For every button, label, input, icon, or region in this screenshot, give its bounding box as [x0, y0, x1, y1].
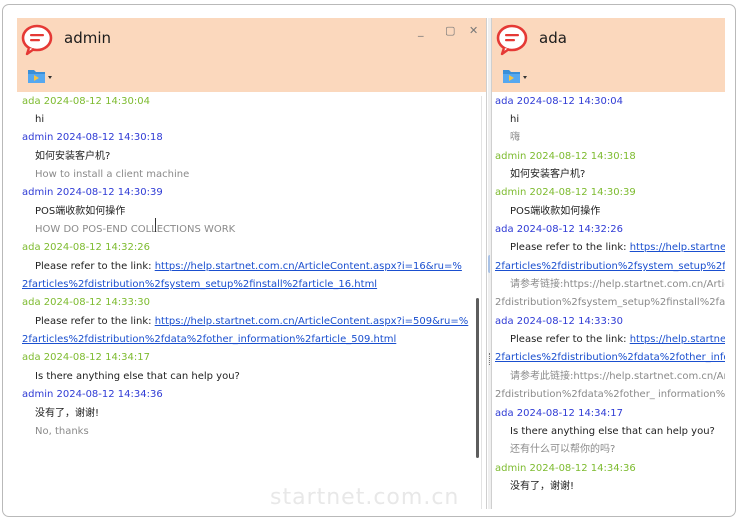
message-header: admin 2024-08-12 14:30:39: [22, 187, 163, 198]
help-link-continued[interactable]: 2farticles%2fdistribution%2fdata%2fother…: [22, 333, 396, 347]
message-text: Is there anything else that can help you…: [510, 426, 715, 437]
message-header: ada 2024-08-12 14:30:04: [22, 96, 150, 107]
message-text: 如何安装客户机?: [510, 169, 586, 180]
message-log[interactable]: ada 2024-08-12 14:30:04 hi 嗨 admin 2024-…: [492, 96, 725, 509]
maximize-button[interactable]: ▢: [445, 24, 455, 38]
message-translation: How to install a client machine: [35, 169, 190, 180]
chat-title: admin: [64, 29, 111, 47]
message-translation-continued: 2fdistribution%2fsystem_setup%2finstall%…: [495, 297, 725, 308]
message-text: Please refer to the link: https://help.s…: [510, 333, 725, 347]
message-header: ada 2024-08-12 14:32:26: [495, 224, 623, 235]
message-log[interactable]: ada 2024-08-12 14:30:04 hi admin 2024-08…: [17, 96, 486, 509]
help-link-continued[interactable]: 2farticles%2fdistribution%2fsystem_setup…: [22, 278, 377, 292]
help-link[interactable]: https://help.startnet.com.cn/ArticleCont…: [155, 261, 462, 272]
folder-menu-icon[interactable]: [502, 67, 528, 85]
message-text: 没有了，谢谢!: [35, 408, 100, 419]
link-prefix: Please refer to the link:: [510, 334, 630, 345]
message-text: 如何安装客户机?: [35, 151, 111, 162]
message-text: Please refer to the link: https://help.s…: [510, 241, 725, 255]
help-link[interactable]: https://help.startnet.com.cn/ArticleC: [630, 334, 725, 345]
scrollbar-thumb[interactable]: [476, 298, 479, 458]
app-frame: admin _ ▢ ✕ ada 2024-08-12 14:30:04 hi a…: [2, 4, 736, 517]
help-link[interactable]: https://help.startnet.com.cn/ArticleCont…: [155, 316, 469, 327]
watermark: startnet.com.cn: [270, 485, 460, 510]
message-text: POS端收款如何操作: [510, 206, 601, 217]
message-translation: HOW DO POS-END COLLECTIONS WORK: [35, 224, 236, 235]
message-translation: 请参考链接:https://help.startnet.com.cn/Artic…: [510, 279, 725, 290]
text-caret: [155, 218, 156, 232]
message-header: admin 2024-08-12 14:34:36: [22, 389, 163, 400]
message-text: POS端收款如何操作: [35, 206, 126, 217]
message-header: admin 2024-08-12 14:34:36: [495, 463, 636, 474]
message-text: 没有了，谢谢!: [510, 481, 575, 492]
chat-bubble-icon: [496, 24, 528, 56]
chat-bubble-icon: [21, 24, 53, 56]
minimize-button[interactable]: _: [418, 24, 424, 38]
message-translation: 还有什么可以帮你的吗?: [510, 444, 616, 455]
message-header: admin 2024-08-12 14:30:18: [495, 151, 636, 162]
chat-title: ada: [539, 29, 567, 47]
message-header: ada 2024-08-12 14:33:30: [495, 316, 623, 327]
close-button[interactable]: ✕: [469, 24, 478, 38]
link-prefix: Please refer to the link:: [35, 261, 155, 272]
link-prefix: Please refer to the link:: [35, 316, 155, 327]
message-header: ada 2024-08-12 14:34:17: [22, 352, 150, 363]
help-link[interactable]: https://help.startnet.com.cn/ArticleC: [630, 242, 725, 253]
message-text: Please refer to the link: https://help.s…: [35, 260, 462, 274]
message-translation-continued: 2fdistribution%2fdata%2fother_ informati…: [495, 389, 725, 400]
chat-window-admin: admin _ ▢ ✕ ada 2024-08-12 14:30:04 hi a…: [17, 18, 487, 509]
message-translation: No, thanks: [35, 426, 89, 437]
scrollbar-track[interactable]: [481, 96, 482, 509]
message-text: Is there anything else that can help you…: [35, 371, 240, 382]
message-header: ada 2024-08-12 14:32:26: [22, 242, 150, 253]
link-prefix: Please refer to the link:: [510, 242, 630, 253]
message-translation: 请参考此链接:https://help.startnet.com.cn/Arti…: [510, 371, 725, 382]
message-text: hi: [35, 114, 45, 125]
message-text: Please refer to the link: https://help.s…: [35, 315, 468, 329]
chat-window-ada: ada ada 2024-08-12 14:30:04 hi 嗨 admin 2…: [491, 18, 725, 509]
message-header: ada 2024-08-12 14:30:04: [495, 96, 623, 107]
help-link-continued[interactable]: 2farticles%2fdistribution%2fdata%2fother…: [495, 351, 725, 365]
message-text: hi: [510, 114, 520, 125]
message-header: admin 2024-08-12 14:30:18: [22, 132, 163, 143]
message-translation: 嗨: [510, 132, 520, 143]
help-link-continued[interactable]: 2farticles%2fdistribution%2fsystem_setup…: [495, 260, 725, 274]
chat-header: admin _ ▢ ✕: [17, 18, 486, 92]
message-header: admin 2024-08-12 14:30:39: [495, 187, 636, 198]
message-header: ada 2024-08-12 14:34:17: [495, 408, 623, 419]
folder-menu-icon[interactable]: [27, 67, 53, 85]
message-header: ada 2024-08-12 14:33:30: [22, 297, 150, 308]
chat-header: ada: [492, 18, 725, 92]
